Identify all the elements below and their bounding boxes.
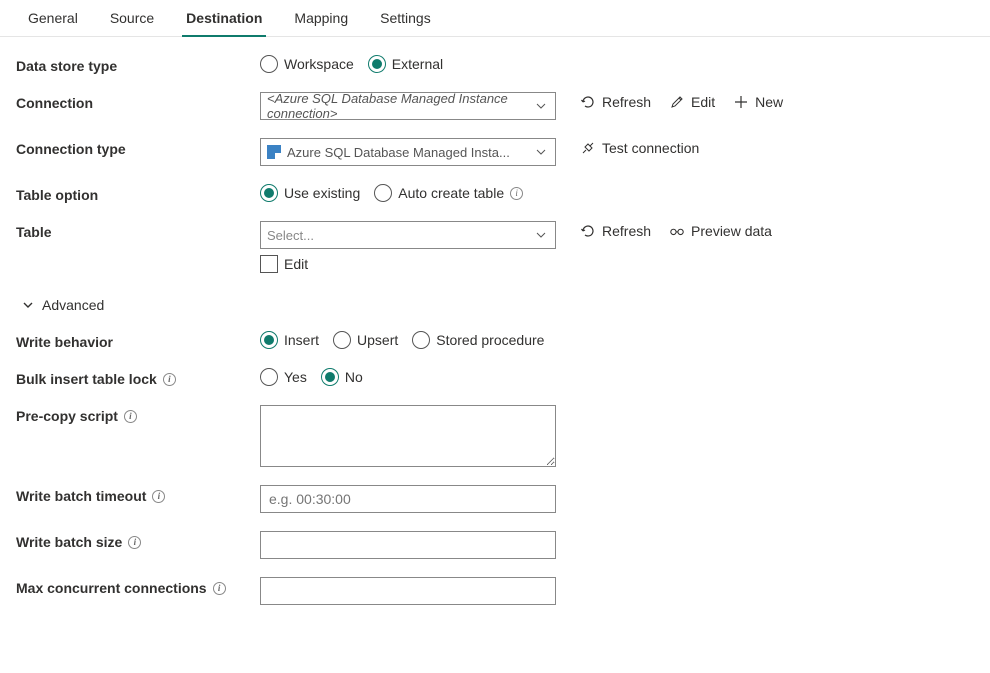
tab-general[interactable]: General xyxy=(12,0,94,36)
radio-upsert-label: Upsert xyxy=(357,332,398,348)
tab-source[interactable]: Source xyxy=(94,0,170,36)
refresh-table-label: Refresh xyxy=(602,223,651,239)
radio-no-label: No xyxy=(345,369,363,385)
advanced-label: Advanced xyxy=(42,297,104,313)
radio-use-existing-label: Use existing xyxy=(284,185,360,201)
label-table: Table xyxy=(16,221,260,240)
radio-upsert[interactable]: Upsert xyxy=(333,331,398,349)
info-icon: i xyxy=(152,490,165,503)
write-batch-size-input[interactable] xyxy=(267,536,549,554)
refresh-icon xyxy=(580,94,596,110)
new-connection-button[interactable]: New xyxy=(733,94,783,110)
connection-type-value: Azure SQL Database Managed Insta... xyxy=(287,145,510,160)
radio-external-label: External xyxy=(392,56,443,72)
radio-stored-proc-label: Stored procedure xyxy=(436,332,544,348)
chevron-down-icon xyxy=(533,98,549,114)
radio-auto-create[interactable]: Auto create table i xyxy=(374,184,523,202)
radio-use-existing[interactable]: Use existing xyxy=(260,184,360,202)
new-label: New xyxy=(755,94,783,110)
info-icon: i xyxy=(213,582,226,595)
destination-form: Data store type Workspace External Conne… xyxy=(0,37,990,641)
chevron-down-icon xyxy=(533,144,549,160)
radio-auto-create-label: Auto create table xyxy=(398,185,504,201)
radio-external[interactable]: External xyxy=(368,55,443,73)
radio-lock-yes[interactable]: Yes xyxy=(260,368,307,386)
refresh-label: Refresh xyxy=(602,94,651,110)
preview-data-label: Preview data xyxy=(691,223,772,239)
refresh-icon xyxy=(580,223,596,239)
connection-value: <Azure SQL Database Managed Instance con… xyxy=(267,91,533,121)
edit-connection-button[interactable]: Edit xyxy=(669,94,715,110)
max-concurrent-input[interactable] xyxy=(267,582,549,600)
info-icon: i xyxy=(128,536,141,549)
label-table-option: Table option xyxy=(16,184,260,203)
label-write-batch-timeout: Write batch timeout i xyxy=(16,485,260,504)
chevron-down-icon xyxy=(533,227,549,243)
radio-lock-no[interactable]: No xyxy=(321,368,363,386)
label-pre-copy-script: Pre-copy script i xyxy=(16,405,260,424)
advanced-toggle[interactable]: Advanced xyxy=(20,297,104,313)
radio-workspace[interactable]: Workspace xyxy=(260,55,354,73)
radio-stored-proc[interactable]: Stored procedure xyxy=(412,331,544,349)
tabs-bar: General Source Destination Mapping Setti… xyxy=(0,0,990,37)
chevron-down-icon xyxy=(20,297,36,313)
radio-yes-label: Yes xyxy=(284,369,307,385)
connection-type-select[interactable]: Azure SQL Database Managed Insta... xyxy=(260,138,556,166)
label-write-behavior: Write behavior xyxy=(16,331,260,350)
info-icon: i xyxy=(124,410,137,423)
info-icon: i xyxy=(163,373,176,386)
edit-label: Edit xyxy=(691,94,715,110)
tab-settings[interactable]: Settings xyxy=(364,0,447,36)
tab-destination[interactable]: Destination xyxy=(170,0,278,36)
test-connection-label: Test connection xyxy=(602,140,699,156)
pencil-icon xyxy=(669,94,685,110)
label-connection: Connection xyxy=(16,92,260,111)
glasses-icon xyxy=(669,223,685,239)
preview-data-button[interactable]: Preview data xyxy=(669,223,772,239)
pre-copy-script-input[interactable] xyxy=(260,405,556,467)
radio-insert[interactable]: Insert xyxy=(260,331,319,349)
plus-icon xyxy=(733,94,749,110)
database-icon xyxy=(267,145,281,159)
refresh-table-button[interactable]: Refresh xyxy=(580,223,651,239)
radio-insert-label: Insert xyxy=(284,332,319,348)
info-icon: i xyxy=(510,187,523,200)
label-data-store-type: Data store type xyxy=(16,55,260,74)
label-bulk-insert-lock: Bulk insert table lock i xyxy=(16,368,260,387)
radio-workspace-label: Workspace xyxy=(284,56,354,72)
label-max-concurrent: Max concurrent connections i xyxy=(16,577,260,596)
label-connection-type: Connection type xyxy=(16,138,260,157)
test-connection-button[interactable]: Test connection xyxy=(580,140,699,156)
label-write-batch-size: Write batch size i xyxy=(16,531,260,550)
tab-mapping[interactable]: Mapping xyxy=(278,0,364,36)
table-placeholder: Select... xyxy=(267,228,314,243)
table-edit-checkbox[interactable]: Edit xyxy=(260,255,308,273)
refresh-connection-button[interactable]: Refresh xyxy=(580,94,651,110)
table-edit-label: Edit xyxy=(284,256,308,272)
plug-icon xyxy=(580,140,596,156)
table-select[interactable]: Select... xyxy=(260,221,556,249)
write-batch-timeout-input[interactable] xyxy=(267,490,549,508)
connection-select[interactable]: <Azure SQL Database Managed Instance con… xyxy=(260,92,556,120)
